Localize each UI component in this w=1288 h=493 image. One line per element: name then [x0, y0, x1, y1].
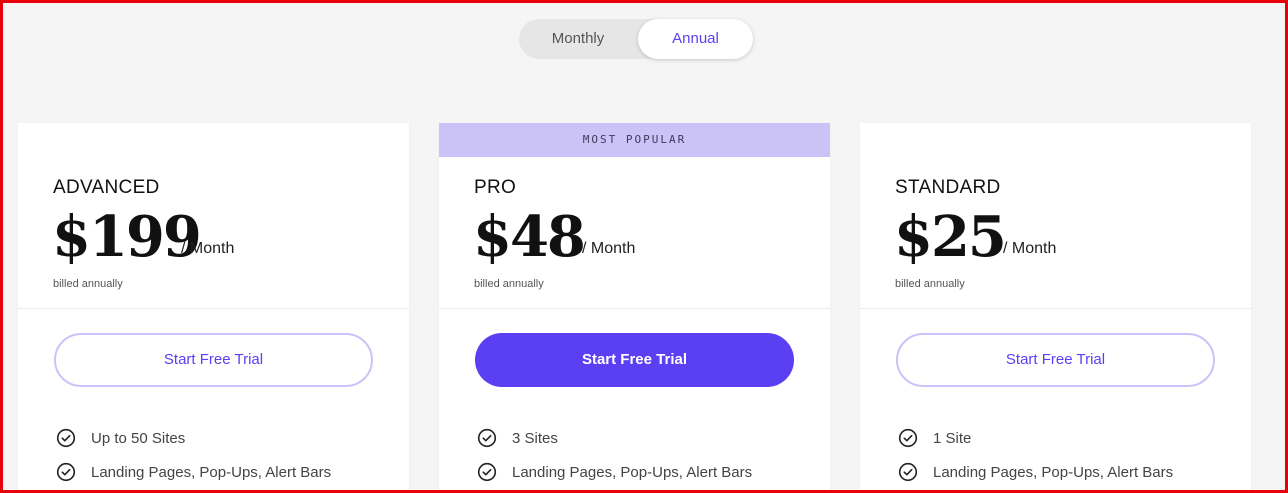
check-circle-icon	[56, 428, 76, 448]
billing-note: billed annually	[53, 278, 123, 290]
feature-item: Up to 50 Sites	[56, 428, 185, 448]
feature-item: Landing Pages, Pop-Ups, Alert Bars	[898, 462, 1173, 482]
plan-name: ADVANCED	[53, 177, 160, 198]
plan-price: $199	[52, 204, 202, 270]
start-free-trial-button[interactable]: Start Free Trial	[896, 333, 1215, 387]
divider	[439, 308, 830, 309]
plan-price: $25	[894, 204, 1007, 270]
plan-card-pro: MOST POPULAR PRO $48 / Month billed annu…	[439, 123, 830, 493]
plan-card-advanced: ADVANCED $199 / Month billed annually St…	[18, 123, 409, 493]
check-circle-icon	[477, 428, 497, 448]
plan-card-standard: STANDARD $25 / Month billed annually Sta…	[860, 123, 1251, 493]
plan-period: / Month	[181, 240, 235, 257]
plan-period: / Month	[1003, 240, 1057, 257]
plan-price: $48	[473, 204, 586, 270]
toggle-annual[interactable]: Annual	[638, 19, 753, 59]
divider	[860, 308, 1251, 309]
check-circle-icon	[898, 428, 918, 448]
check-circle-icon	[56, 462, 76, 482]
billing-note: billed annually	[474, 278, 544, 290]
most-popular-badge: MOST POPULAR	[439, 123, 830, 157]
start-free-trial-button[interactable]: Start Free Trial	[475, 333, 794, 387]
check-circle-icon	[898, 462, 918, 482]
plan-period: / Month	[582, 240, 636, 257]
divider	[18, 308, 409, 309]
feature-item: 3 Sites	[477, 428, 558, 448]
check-circle-icon	[477, 462, 497, 482]
feature-item: 1 Site	[898, 428, 971, 448]
plan-name: STANDARD	[895, 177, 1001, 198]
feature-item: Landing Pages, Pop-Ups, Alert Bars	[56, 462, 331, 482]
toggle-monthly[interactable]: Monthly	[519, 19, 637, 59]
start-free-trial-button[interactable]: Start Free Trial	[54, 333, 373, 387]
feature-label: 3 Sites	[512, 429, 558, 447]
feature-label: Landing Pages, Pop-Ups, Alert Bars	[933, 463, 1174, 481]
feature-label: Landing Pages, Pop-Ups, Alert Bars	[91, 463, 332, 481]
feature-label: Up to 50 Sites	[91, 429, 186, 447]
billing-toggle[interactable]: Monthly Annual	[519, 19, 753, 59]
feature-label: Landing Pages, Pop-Ups, Alert Bars	[512, 463, 753, 481]
plan-name: PRO	[474, 177, 517, 198]
billing-note: billed annually	[895, 278, 965, 290]
feature-label: 1 Site	[933, 429, 972, 447]
feature-item: Landing Pages, Pop-Ups, Alert Bars	[477, 462, 752, 482]
